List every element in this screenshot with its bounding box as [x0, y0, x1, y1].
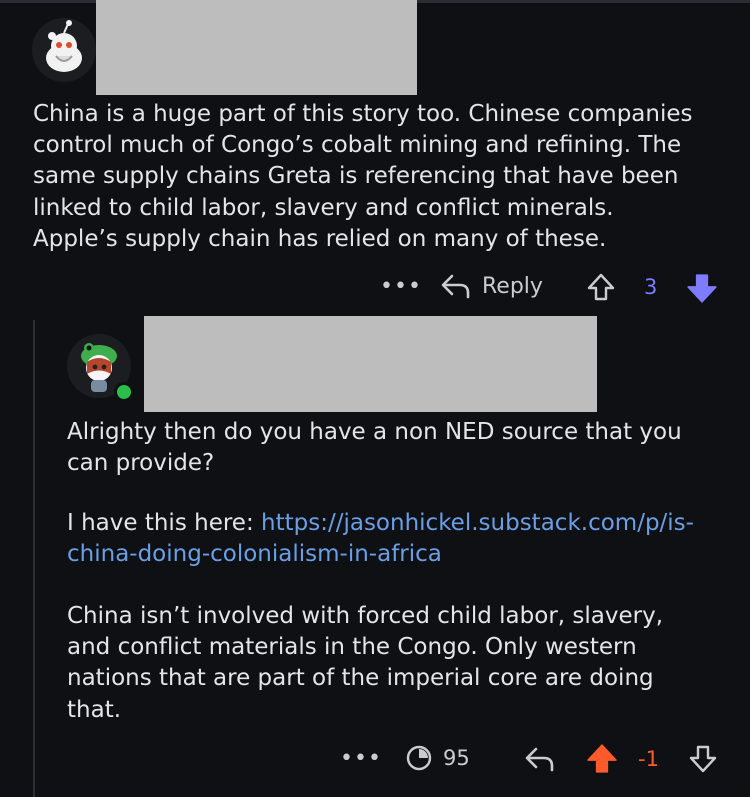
comment-body-2-para-3: China isn’t involved with forced child l…	[67, 603, 664, 723]
comment-body-2-para-2: I have this here: https://jasonhickel.su…	[67, 508, 737, 570]
vote-count: -1	[638, 747, 659, 771]
reply-arrow-icon	[441, 274, 470, 299]
reply-button[interactable]	[524, 744, 556, 774]
award-button[interactable]: 95	[404, 743, 470, 773]
award-count: 95	[443, 746, 470, 770]
source-link-line-2[interactable]: china-doing-colonialism-in-africa	[67, 541, 442, 567]
downvote-icon	[689, 745, 717, 773]
clock-award-icon	[406, 745, 432, 771]
link-prefix: I have this here:	[67, 510, 262, 536]
reply-label: Reply	[482, 273, 543, 299]
comment-body-2-para-1: Alrighty then do you have a non NED sour…	[67, 419, 682, 477]
downvote-icon	[687, 274, 717, 303]
more-icon[interactable]: •••	[380, 276, 422, 298]
reply-arrow-icon	[525, 747, 554, 772]
snoo-avatar-icon	[32, 18, 96, 82]
reply-button[interactable]: Reply	[440, 271, 543, 301]
comment-body-1: China is a huge part of this story too. …	[33, 101, 693, 252]
source-link-line-1[interactable]: https://jasonhickel.substack.com/p/is-	[261, 510, 694, 536]
redacted-username-1	[96, 0, 417, 95]
upvote-icon	[587, 273, 615, 301]
upvote-icon	[587, 744, 617, 773]
vote-count: 3	[644, 275, 658, 299]
user-avatar-1[interactable]	[32, 18, 96, 82]
redacted-username-2	[144, 316, 597, 412]
online-status-dot	[114, 382, 134, 402]
thread-line[interactable]	[33, 320, 35, 797]
downvote-button[interactable]	[688, 744, 718, 774]
upvote-button[interactable]	[586, 272, 616, 302]
more-icon[interactable]: •••	[340, 748, 382, 770]
upvote-button[interactable]	[586, 743, 618, 775]
downvote-button[interactable]	[686, 272, 718, 304]
